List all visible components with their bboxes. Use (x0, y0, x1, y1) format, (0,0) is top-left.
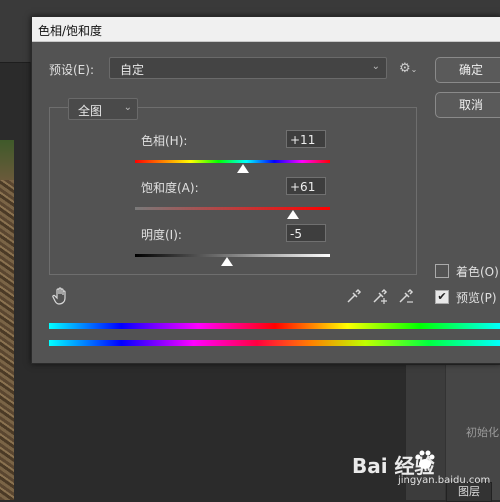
input-color-spectrum (49, 323, 500, 329)
hue-slider-thumb[interactable] (237, 164, 249, 173)
canvas-image-edge-top (0, 140, 14, 180)
colorize-label[interactable]: 着色(O) (456, 263, 499, 280)
cancel-button[interactable]: 取消 (435, 92, 500, 118)
dialog-title: 色相/饱和度 (38, 24, 103, 38)
hand-target-icon[interactable] (52, 287, 68, 305)
hue-slider-track[interactable] (135, 160, 330, 163)
watermark-url: jingyan.baidu.com (398, 475, 491, 486)
hue-input[interactable]: +11 (286, 130, 326, 148)
saturation-label: 饱和度(A): (141, 181, 199, 195)
channel-dropdown[interactable]: 全图 ⌄ (68, 98, 138, 120)
eyedropper-minus-icon[interactable] (398, 288, 414, 304)
chevron-down-icon: ⌄ (123, 102, 132, 113)
saturation-slider-track[interactable] (135, 207, 330, 210)
preview-checkbox[interactable]: ✔ (435, 290, 449, 304)
preset-value: 自定 (120, 63, 145, 77)
adjustment-group (49, 107, 417, 275)
divider (0, 62, 30, 63)
lightness-slider-thumb[interactable] (221, 257, 233, 266)
ok-button[interactable]: 确定 (435, 57, 500, 83)
saturation-input[interactable]: +61 (286, 177, 326, 195)
hue-saturation-dialog: 色相/饱和度 预设(E): 自定 ⌄ ⚙⌄ 确定 取消 全图 ⌄ 色相(H): … (31, 16, 500, 364)
canvas-image-edge (0, 140, 14, 500)
eyedropper-icon[interactable] (346, 288, 362, 304)
preview-label[interactable]: 预览(P) (456, 289, 497, 306)
channel-value: 全图 (78, 104, 103, 118)
colorize-checkbox[interactable] (435, 264, 449, 278)
lightness-label: 明度(I): (141, 228, 182, 242)
panel-label: 初始化 (466, 426, 499, 439)
lightness-input[interactable]: -5 (286, 224, 326, 242)
dialog-titlebar[interactable]: 色相/饱和度 (32, 17, 500, 42)
chevron-down-icon: ⌄ (371, 61, 380, 72)
preset-label: 预设(E): (49, 63, 94, 77)
saturation-slider-thumb[interactable] (287, 210, 299, 219)
paw-icon (415, 450, 435, 469)
eyedropper-plus-icon[interactable] (372, 288, 388, 304)
preset-dropdown[interactable]: 自定 ⌄ (109, 57, 387, 79)
hue-label: 色相(H): (141, 134, 188, 148)
output-color-spectrum (49, 340, 500, 346)
gear-icon[interactable]: ⚙⌄ (399, 61, 419, 77)
